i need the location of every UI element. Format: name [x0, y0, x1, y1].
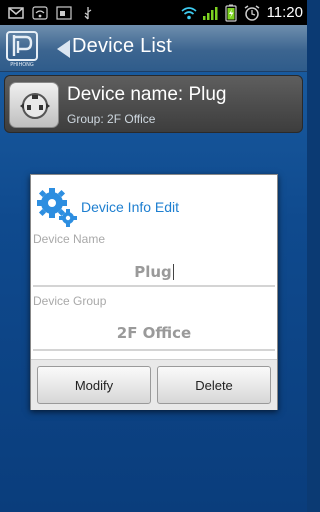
modify-button[interactable]: Modify — [37, 366, 151, 404]
gear-icon — [37, 188, 77, 227]
device-name-field[interactable]: Plug — [33, 257, 275, 287]
gmail-icon — [8, 6, 24, 19]
text-cursor — [172, 264, 174, 280]
dialog-title: Device Info Edit — [81, 199, 180, 215]
device-group-label: Device Group — [33, 294, 107, 308]
device-list-item[interactable]: Device name: Plug Group: 2F Office — [4, 75, 303, 133]
device-group-field[interactable]: 2F Office — [33, 318, 275, 348]
calendar-icon — [56, 5, 72, 20]
page-title: Device List — [72, 35, 173, 57]
status-time: 11:20 — [266, 4, 303, 21]
device-info-edit-dialog: Device Info Edit Device Name Plug Device… — [30, 174, 278, 410]
device-name-value: Plug — [134, 263, 172, 281]
app-header: PHIHONG Device List — [0, 25, 307, 72]
alarm-icon — [244, 4, 259, 21]
device-group-value: 2F Office — [116, 324, 192, 342]
device-name-underline — [33, 285, 275, 287]
battery-icon — [224, 4, 237, 22]
delete-button[interactable]: Delete — [157, 366, 271, 404]
device-name-text: Device name: Plug — [67, 84, 227, 105]
status-bar: 11:20 — [0, 0, 307, 25]
plug-icon — [9, 82, 59, 128]
usb-icon — [84, 6, 92, 19]
phihong-logo: PHIHONG — [6, 31, 38, 67]
device-group-text: Group: 2F Office — [67, 112, 156, 126]
wifi-icon — [181, 6, 197, 19]
svg-text:PHIHONG: PHIHONG — [10, 62, 34, 67]
back-arrow-icon[interactable] — [55, 39, 71, 59]
wifi-hotspot-icon — [32, 5, 48, 20]
signal-icon — [202, 6, 218, 20]
device-group-underline — [33, 349, 275, 351]
dialog-button-bar: Modify Delete — [31, 359, 277, 410]
device-name-label: Device Name — [33, 232, 106, 246]
